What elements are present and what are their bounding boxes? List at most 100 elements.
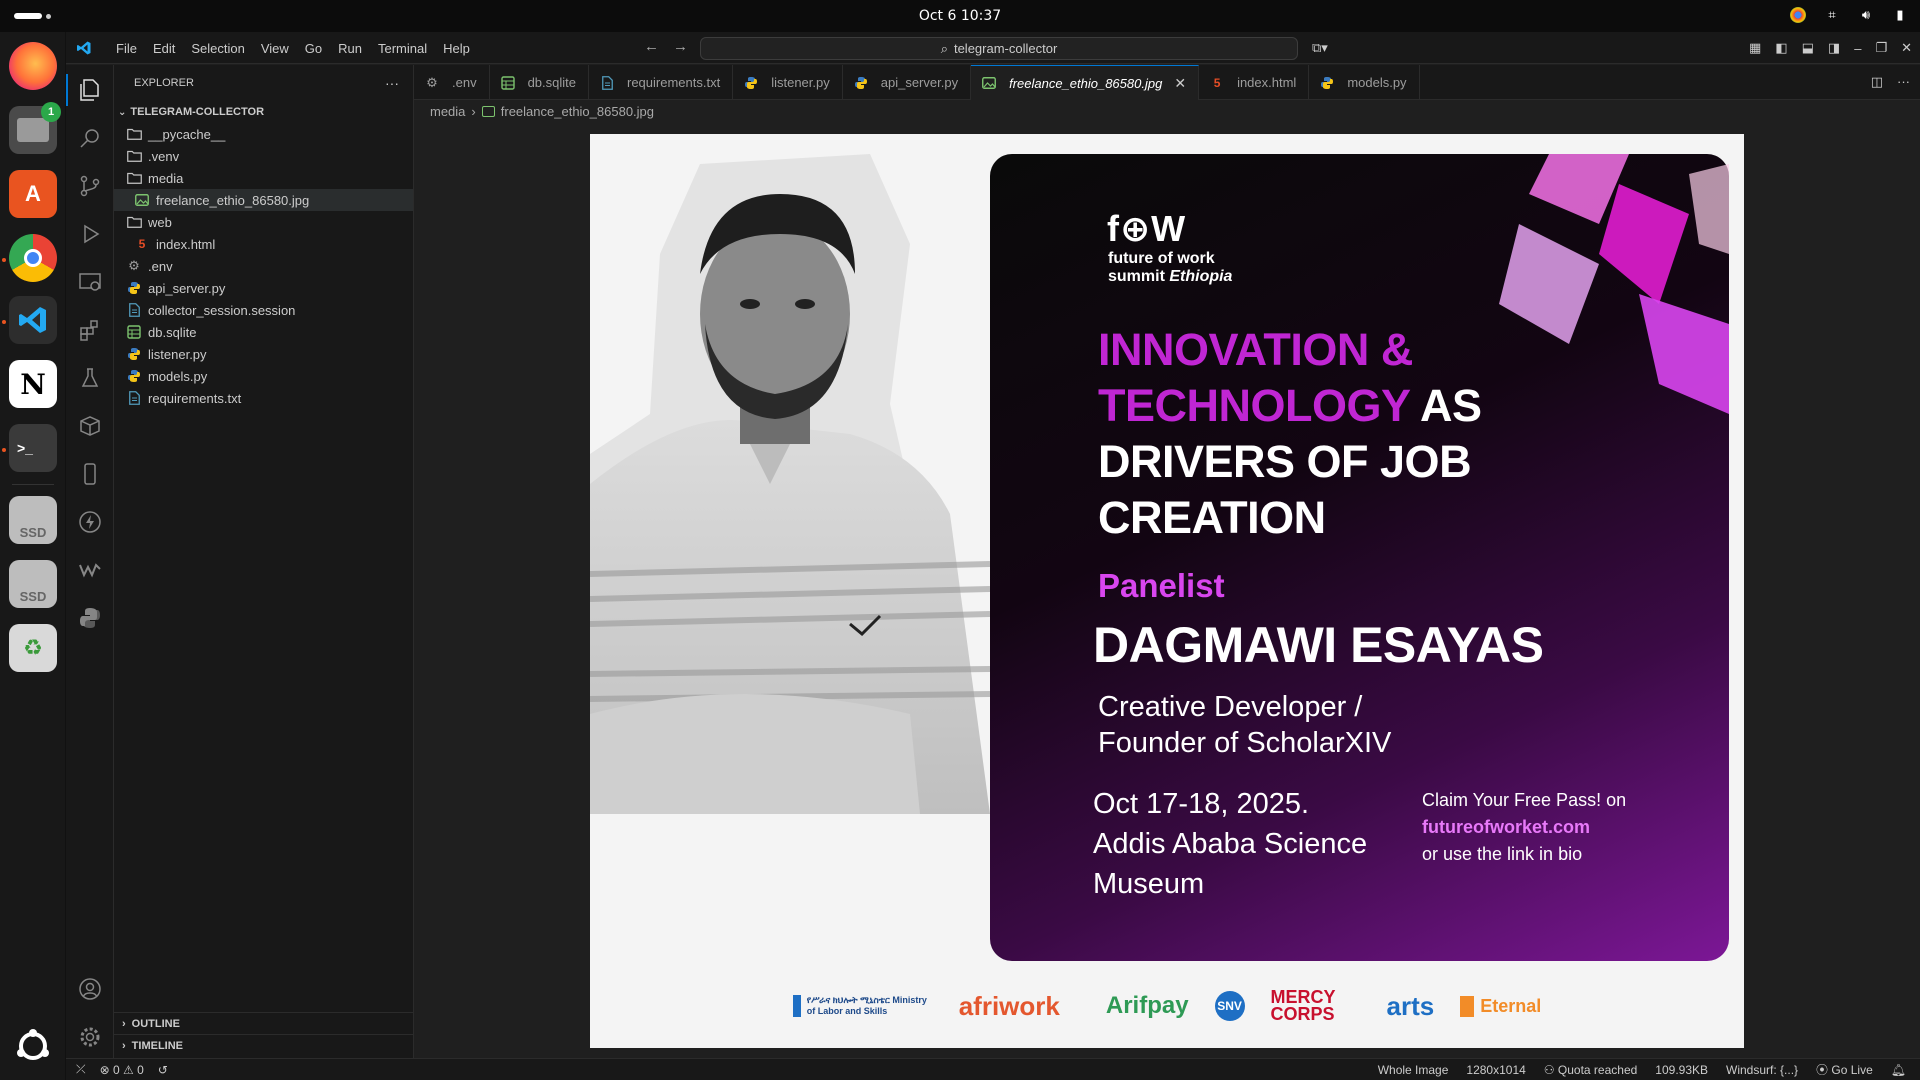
- tab--env[interactable]: ⚙ .env: [414, 65, 490, 100]
- tree-file[interactable]: ⚙ .env: [114, 255, 413, 277]
- tab-freelance-ethio-86580-jpg[interactable]: freelance_ethio_86580.jpg ✕: [971, 65, 1200, 100]
- menu-selection[interactable]: Selection: [183, 41, 252, 56]
- go-live-button[interactable]: ⦿ Go Live: [1816, 1061, 1873, 1078]
- tree-file[interactable]: listener.py: [114, 343, 413, 365]
- notifications-bell-icon[interactable]: 🔔︎: [1891, 1063, 1906, 1077]
- tree-file[interactable]: collector_session.session: [114, 299, 413, 321]
- back-arrow-icon[interactable]: ←: [644, 38, 659, 55]
- battery-icon[interactable]: ▮: [1892, 7, 1908, 23]
- tab-models-py[interactable]: models.py: [1309, 65, 1420, 100]
- problems-indicator[interactable]: ⊗ 0 ⚠ 0: [100, 1063, 144, 1077]
- menu-go[interactable]: Go: [297, 41, 330, 56]
- testing-icon[interactable]: [78, 366, 102, 390]
- remote-explorer-icon[interactable]: [78, 270, 102, 294]
- menu-view[interactable]: View: [253, 41, 297, 56]
- panelist-label: Panelist: [1098, 567, 1225, 604]
- toggle-panel-icon[interactable]: ⬓: [1802, 40, 1814, 56]
- network-icon[interactable]: ⌗: [1824, 7, 1840, 23]
- split-editor-icon[interactable]: ◫: [1871, 74, 1883, 90]
- command-center[interactable]: ⌕ telegram-collector: [700, 37, 1298, 60]
- python-icon[interactable]: [78, 606, 102, 630]
- more-actions-icon[interactable]: ···: [1897, 74, 1910, 90]
- restore-icon[interactable]: ❐: [1875, 40, 1887, 56]
- outline-section[interactable]: › OUTLINE: [114, 1012, 414, 1034]
- tree-file[interactable]: requirements.txt: [114, 387, 413, 409]
- menu-edit[interactable]: Edit: [145, 41, 183, 56]
- database-icon: [500, 75, 516, 91]
- remote-indicator-icon[interactable]: ⤫: [76, 1062, 86, 1077]
- settings-gear-icon[interactable]: [78, 1025, 102, 1049]
- search-icon[interactable]: [78, 126, 102, 150]
- menu-help[interactable]: Help: [435, 41, 478, 56]
- quota-status[interactable]: ⚇ Quota reached: [1544, 1063, 1638, 1077]
- files-icon[interactable]: 1: [9, 102, 61, 154]
- toggle-primary-sidebar-icon[interactable]: ◧: [1775, 40, 1787, 56]
- customize-layout-icon[interactable]: ▦: [1749, 40, 1761, 56]
- tree-file[interactable]: db.sqlite: [114, 321, 413, 343]
- extensions-icon[interactable]: [78, 318, 102, 342]
- history-icon[interactable]: ↺: [158, 1063, 168, 1077]
- source-control-icon[interactable]: [78, 174, 102, 198]
- menu-terminal[interactable]: Terminal: [370, 41, 435, 56]
- tree-folder[interactable]: .venv: [114, 145, 413, 167]
- copilot-icon[interactable]: ⧉▾: [1312, 40, 1328, 56]
- terminal-icon[interactable]: >_: [9, 424, 57, 472]
- lightning-icon[interactable]: [78, 510, 102, 534]
- show-apps-icon[interactable]: [9, 1022, 57, 1070]
- forward-arrow-icon[interactable]: →: [673, 38, 688, 55]
- app-center-icon[interactable]: A: [9, 170, 57, 218]
- volume-icon[interactable]: 🔊︎: [1858, 7, 1874, 23]
- tree-folder[interactable]: web: [114, 211, 413, 233]
- timeline-section[interactable]: › TIMELINE: [114, 1034, 414, 1056]
- breadcrumb-folder[interactable]: media: [430, 104, 465, 119]
- system-top-bar: Oct 6 10:37 ⌗ 🔊︎ ▮: [0, 0, 1920, 32]
- firefox-icon[interactable]: [9, 42, 57, 90]
- tree-file[interactable]: freelance_ethio_86580.jpg: [114, 189, 413, 211]
- close-window-icon[interactable]: ✕: [1901, 40, 1912, 56]
- sponsor-mercy-corps: MERCY CORPS: [1270, 987, 1336, 1024]
- ssd-drive-icon[interactable]: SSD: [9, 560, 57, 608]
- explorer-icon[interactable]: [78, 78, 102, 102]
- explorer-more-actions[interactable]: ···: [385, 75, 399, 91]
- trash-icon[interactable]: ♻: [9, 624, 57, 672]
- explorer-title: EXPLORER: [134, 77, 194, 89]
- tree-file[interactable]: api_server.py: [114, 277, 413, 299]
- activities-indicator[interactable]: [14, 13, 51, 19]
- account-icon[interactable]: [78, 977, 102, 1001]
- mobile-device-icon[interactable]: [78, 462, 102, 486]
- system-clock[interactable]: Oct 6 10:37: [919, 8, 1001, 24]
- database-icon: [126, 324, 142, 340]
- run-debug-icon[interactable]: [78, 222, 102, 246]
- tab-listener-py[interactable]: listener.py: [733, 65, 843, 100]
- zoom-mode[interactable]: Whole Image: [1378, 1063, 1449, 1077]
- tab-requirements-txt[interactable]: requirements.txt: [589, 65, 734, 100]
- poster-image[interactable]: f⊕W future of work summit Ethiopia INNOV…: [590, 134, 1744, 1048]
- close-tab-icon[interactable]: ✕: [1174, 75, 1186, 92]
- menu-run[interactable]: Run: [330, 41, 370, 56]
- text-file-icon: [599, 75, 615, 91]
- tab-db-sqlite[interactable]: db.sqlite: [490, 65, 589, 100]
- windsurf-icon[interactable]: [78, 558, 102, 582]
- tree-folder[interactable]: media: [114, 167, 413, 189]
- tree-file[interactable]: models.py: [114, 365, 413, 387]
- tab-index-html[interactable]: 5 index.html: [1199, 65, 1310, 100]
- tree-item-label: index.html: [156, 236, 216, 252]
- tree-folder[interactable]: __pycache__: [114, 123, 413, 145]
- tree-file[interactable]: 5 index.html: [114, 233, 413, 255]
- project-root[interactable]: ⌄ TELEGRAM-COLLECTOR: [114, 101, 413, 123]
- minimize-icon[interactable]: –: [1854, 41, 1861, 56]
- notion-icon[interactable]: N: [9, 360, 57, 408]
- vscode-icon[interactable]: [9, 296, 57, 344]
- breadcrumb-file[interactable]: freelance_ethio_86580.jpg: [501, 104, 654, 119]
- tab-api-server-py[interactable]: api_server.py: [843, 65, 972, 100]
- windsurf-status[interactable]: Windsurf: {...}: [1726, 1063, 1798, 1077]
- chrome-icon[interactable]: [9, 234, 57, 282]
- chrome-tray-icon[interactable]: [1790, 7, 1806, 23]
- containers-icon[interactable]: [78, 414, 102, 438]
- toggle-secondary-sidebar-icon[interactable]: ◨: [1828, 40, 1840, 56]
- html-file-icon: 5: [1213, 75, 1221, 90]
- ssd-drive-icon[interactable]: SSD: [9, 496, 57, 544]
- panelist-portrait: [590, 154, 990, 814]
- image-size: 109.93KB: [1655, 1062, 1709, 1077]
- menu-file[interactable]: File: [108, 41, 145, 56]
